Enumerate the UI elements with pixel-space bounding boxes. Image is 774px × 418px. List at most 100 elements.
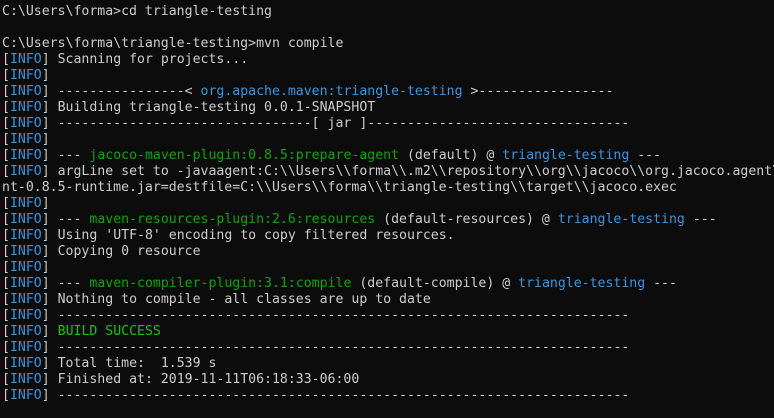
output-text: >----------------- <box>462 84 614 99</box>
terminal-line: [INFO] Building triangle-testing 0.0.1-S… <box>2 100 774 116</box>
log-level-bracket: [ <box>2 340 10 355</box>
log-level-bracket: [ <box>2 196 10 211</box>
artifact-name: org.apache.maven:triangle-testing <box>200 84 463 99</box>
output-text: --- <box>49 148 90 163</box>
log-level-tag: INFO <box>9 260 42 275</box>
log-level-bracket: ] <box>41 292 50 307</box>
artifact-name: triangle-testing <box>557 212 685 227</box>
output-text: ----------------------------------------… <box>49 340 630 355</box>
log-level-tag: INFO <box>9 52 42 67</box>
log-level-bracket: ] <box>41 100 50 115</box>
log-level-tag: INFO <box>9 244 42 259</box>
output-text: Total time: 1.539 s <box>49 356 217 371</box>
terminal-line: C:\Users\forma>cd triangle-testing <box>2 4 774 20</box>
terminal-window[interactable]: C:\Users\forma>cd triangle-testing C:\Use… <box>0 0 774 418</box>
output-text: Nothing to compile - all classes are up … <box>49 292 431 307</box>
log-level-bracket: [ <box>2 244 10 259</box>
log-level-tag: INFO <box>9 212 42 227</box>
log-level-tag: INFO <box>9 100 42 115</box>
log-level-bracket: [ <box>2 372 10 387</box>
log-level-bracket: [ <box>2 100 10 115</box>
output-text: (default-compile) @ <box>351 276 519 291</box>
terminal-line: [INFO] <box>2 132 774 148</box>
log-level-bracket: ] <box>41 68 50 83</box>
log-level-bracket: ] <box>41 148 50 163</box>
log-level-bracket: [ <box>2 228 10 243</box>
output-text: ----------------< <box>49 84 201 99</box>
artifact-name: triangle-testing <box>518 276 646 291</box>
terminal-line: [INFO] ----------------< org.apache.mave… <box>2 84 774 100</box>
artifact-name: triangle-testing <box>502 148 630 163</box>
log-level-bracket: [ <box>2 212 10 227</box>
build-status: BUILD SUCCESS <box>57 324 161 339</box>
log-level-bracket: ] <box>41 372 50 387</box>
terminal-line: [INFO] Total time: 1.539 s <box>2 356 774 372</box>
log-level-tag: INFO <box>9 388 42 403</box>
log-level-tag: INFO <box>9 148 42 163</box>
plugin-goal: jacoco-maven-plugin:0.8.5:prepare-agent <box>89 148 400 163</box>
log-level-tag: INFO <box>9 308 42 323</box>
log-level-bracket: ] <box>41 244 50 259</box>
output-text: --- <box>629 148 662 163</box>
output-text: C:\Users\forma\triangle-testing>mvn comp… <box>2 36 344 51</box>
terminal-line: [INFO] ---------------------------------… <box>2 340 774 356</box>
log-level-bracket: ] <box>41 388 50 403</box>
terminal-line: [INFO] <box>2 68 774 84</box>
output-text: Scanning for projects... <box>49 52 249 67</box>
terminal-line: [INFO] ---------------------------------… <box>2 388 774 404</box>
log-level-bracket: ] <box>41 84 50 99</box>
log-level-tag: INFO <box>9 324 42 339</box>
output-text: argLine set to -javaagent:C:\\Users\\for… <box>57 164 774 179</box>
output-text: Building triangle-testing 0.0.1-SNAPSHOT <box>49 100 376 115</box>
plugin-goal: maven-resources-plugin:2.6:resources <box>89 212 376 227</box>
log-level-bracket: [ <box>2 324 10 339</box>
log-level-tag: INFO <box>9 292 42 307</box>
log-level-tag: INFO <box>9 196 42 211</box>
output-text: C:\Users\forma>cd triangle-testing <box>2 4 272 19</box>
log-level-tag: INFO <box>9 340 42 355</box>
log-level-bracket: [ <box>2 292 10 307</box>
terminal-line: [INFO] ---------------------------------… <box>2 308 774 324</box>
terminal-line: [INFO] <box>2 196 774 212</box>
log-level-bracket: [ <box>2 164 10 179</box>
log-level-bracket: ] <box>41 276 50 291</box>
output-text: ----------------------------------------… <box>49 388 630 403</box>
log-level-bracket: [ <box>2 260 10 275</box>
log-level-bracket: [ <box>2 52 10 67</box>
output-text: --- <box>684 212 717 227</box>
log-level-bracket: [ <box>2 116 10 131</box>
output-text: (default-resources) @ <box>375 212 558 227</box>
log-level-bracket: ] <box>41 196 50 211</box>
terminal-line: [INFO] Using 'UTF-8' encoding to copy fi… <box>2 228 774 244</box>
terminal-line: [INFO] argLine set to -javaagent:C:\\Use… <box>2 164 774 180</box>
terminal-line: nt-0.8.5-runtime.jar=destfile=C:\\Users\… <box>2 180 774 196</box>
output-text: --- <box>49 276 90 291</box>
plugin-goal: maven-compiler-plugin:3.1:compile <box>89 276 352 291</box>
terminal-line: [INFO] Scanning for projects... <box>2 52 774 68</box>
log-level-bracket: ] <box>41 356 50 371</box>
terminal-line: [INFO] --- jacoco-maven-plugin:0.8.5:pre… <box>2 148 774 164</box>
log-level-bracket: [ <box>2 356 10 371</box>
log-level-bracket: [ <box>2 388 10 403</box>
log-level-bracket: ] <box>41 132 50 147</box>
log-level-bracket: ] <box>41 340 50 355</box>
log-level-bracket: ] <box>41 228 50 243</box>
terminal-line: [INFO] Copying 0 resource <box>2 244 774 260</box>
terminal-line: [INFO] <box>2 260 774 276</box>
log-level-bracket: [ <box>2 308 10 323</box>
output-text: --- <box>645 276 677 291</box>
log-level-bracket: ] <box>41 324 50 339</box>
log-level-bracket: ] <box>41 116 50 131</box>
output-text: --- <box>49 212 90 227</box>
terminal-line: C:\Users\forma\triangle-testing>mvn comp… <box>2 36 774 52</box>
output-text: Copying 0 resource <box>49 244 201 259</box>
log-level-tag: INFO <box>9 116 42 131</box>
terminal-line: [INFO] --- maven-resources-plugin:2.6:re… <box>2 212 774 228</box>
log-level-bracket: ] <box>41 52 50 67</box>
terminal-line: [INFO] Nothing to compile - all classes … <box>2 292 774 308</box>
log-level-bracket: ] <box>41 164 50 179</box>
log-level-tag: INFO <box>9 276 42 291</box>
output-text: nt-0.8.5-runtime.jar=destfile=C:\\Users\… <box>2 180 677 195</box>
